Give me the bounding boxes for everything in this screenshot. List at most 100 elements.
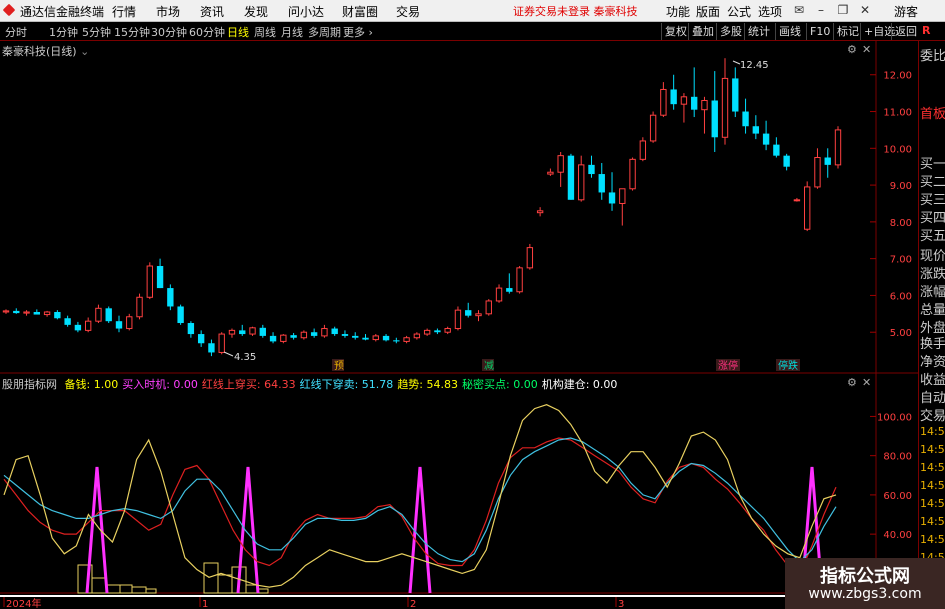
candle[interactable] xyxy=(43,310,51,317)
candle[interactable] xyxy=(742,98,749,134)
candle[interactable] xyxy=(670,74,677,110)
candle[interactable] xyxy=(228,328,236,338)
toolbar-button[interactable]: 返回 xyxy=(891,23,920,40)
candle[interactable] xyxy=(362,334,369,341)
toolbar-button[interactable]: 多股 xyxy=(716,23,745,40)
chart-canvas[interactable]: 12.00 11.00 10.00 9.00 8.00 7.00 6.00 5.00 100.… xyxy=(0,41,918,609)
settings-gear-icon[interactable]: ⚙ xyxy=(847,43,857,56)
candle[interactable] xyxy=(814,148,821,189)
menu-item[interactable]: 市场 xyxy=(156,3,180,20)
candle[interactable] xyxy=(331,326,338,336)
candle[interactable] xyxy=(95,304,102,324)
minimize-icon[interactable]: – xyxy=(812,3,830,17)
candle[interactable] xyxy=(372,334,379,342)
candle[interactable] xyxy=(526,243,534,270)
candle[interactable] xyxy=(711,71,718,152)
period-tab[interactable]: 30分钟 xyxy=(151,24,187,40)
guest-label[interactable]: 游客 xyxy=(894,3,918,20)
period-tab[interactable]: 15分钟 xyxy=(114,24,150,40)
candle[interactable] xyxy=(167,284,174,311)
r-icon[interactable]: R xyxy=(922,24,930,37)
signal-marker[interactable]: 涨停 xyxy=(716,359,740,372)
candle[interactable] xyxy=(74,321,82,333)
candle[interactable] xyxy=(290,332,297,340)
candle[interactable] xyxy=(434,328,441,335)
candle[interactable] xyxy=(105,306,112,324)
candle[interactable] xyxy=(804,181,811,232)
signal-marker[interactable]: 预 xyxy=(332,359,344,372)
candle[interactable] xyxy=(649,111,657,143)
candle[interactable] xyxy=(721,58,729,145)
candle[interactable] xyxy=(2,309,10,314)
candle[interactable] xyxy=(588,155,595,178)
period-tab-active[interactable]: 日线 xyxy=(227,24,249,40)
candle[interactable] xyxy=(793,197,801,202)
period-tab[interactable]: 60分钟 xyxy=(189,24,225,40)
candle[interactable] xyxy=(54,310,61,320)
candle[interactable] xyxy=(352,332,359,340)
menu-item[interactable]: 行情 xyxy=(112,3,136,20)
candle[interactable] xyxy=(33,309,40,315)
period-tab[interactable]: 1分钟 xyxy=(49,24,78,40)
candle[interactable] xyxy=(413,332,421,340)
candle[interactable] xyxy=(639,137,647,162)
candle[interactable] xyxy=(691,67,698,118)
candle[interactable] xyxy=(13,308,20,314)
candle[interactable] xyxy=(773,137,780,158)
menu-item[interactable]: 功能 xyxy=(666,3,690,20)
chart-area[interactable]: 12.00 11.00 10.00 9.00 8.00 7.00 6.00 5.00 100.… xyxy=(0,41,918,609)
period-tab[interactable]: 5分钟 xyxy=(82,24,111,40)
signal-marker[interactable]: 减 xyxy=(482,359,494,372)
toolbar-button[interactable]: 标记 xyxy=(833,23,862,40)
menu-item[interactable]: 发现 xyxy=(244,3,268,20)
candle[interactable] xyxy=(249,326,256,336)
candle[interactable] xyxy=(64,315,71,327)
period-tab[interactable]: 周线 xyxy=(254,24,276,40)
candle[interactable] xyxy=(578,155,585,202)
candle[interactable] xyxy=(465,302,472,318)
candle[interactable] xyxy=(403,335,410,344)
menu-item[interactable]: 选项 xyxy=(758,3,782,20)
candle[interactable] xyxy=(495,284,503,303)
candle[interactable] xyxy=(762,120,770,151)
candle[interactable] xyxy=(629,157,636,191)
signal-marker[interactable]: 停跌 xyxy=(776,359,800,372)
indicator-name[interactable]: 股朋指标网 xyxy=(2,378,57,391)
candle[interactable] xyxy=(423,328,431,336)
candle[interactable] xyxy=(239,324,246,336)
period-tab[interactable]: 分时 xyxy=(5,24,27,40)
toolbar-button[interactable]: 统计 xyxy=(744,23,773,40)
candle[interactable] xyxy=(547,168,554,176)
toolbar-button[interactable]: 复权 xyxy=(661,23,690,40)
toolbar-button[interactable]: 叠加 xyxy=(688,23,717,40)
candle[interactable] xyxy=(752,115,760,140)
candle[interactable] xyxy=(660,82,667,118)
candle[interactable] xyxy=(115,315,123,333)
candle[interactable] xyxy=(701,96,708,134)
candle[interactable] xyxy=(187,321,195,338)
more-periods-button[interactable]: 更多 › xyxy=(343,24,373,40)
toolbar-button[interactable]: 画线 xyxy=(775,23,804,40)
candle[interactable] xyxy=(156,258,164,289)
candle[interactable] xyxy=(382,334,390,342)
menu-item[interactable]: 问小达 xyxy=(288,3,324,20)
candle[interactable] xyxy=(280,334,287,344)
candle[interactable] xyxy=(146,262,153,300)
candle[interactable] xyxy=(259,324,266,338)
candle[interactable] xyxy=(310,328,318,338)
candle[interactable] xyxy=(197,330,205,347)
candle[interactable] xyxy=(516,266,523,294)
indicator-settings-icon[interactable]: ⚙ xyxy=(847,376,857,389)
candle[interactable] xyxy=(218,332,225,355)
candle[interactable] xyxy=(393,337,400,344)
candle[interactable] xyxy=(485,299,492,316)
menu-item[interactable]: 版面 xyxy=(696,3,720,20)
candle[interactable] xyxy=(598,163,605,200)
candle[interactable] xyxy=(732,67,739,118)
candle[interactable] xyxy=(126,313,133,331)
candle[interactable] xyxy=(208,339,215,357)
candle[interactable] xyxy=(619,188,626,226)
candle[interactable] xyxy=(506,273,513,294)
menu-item[interactable]: 交易 xyxy=(396,3,420,20)
candle[interactable] xyxy=(824,148,831,178)
